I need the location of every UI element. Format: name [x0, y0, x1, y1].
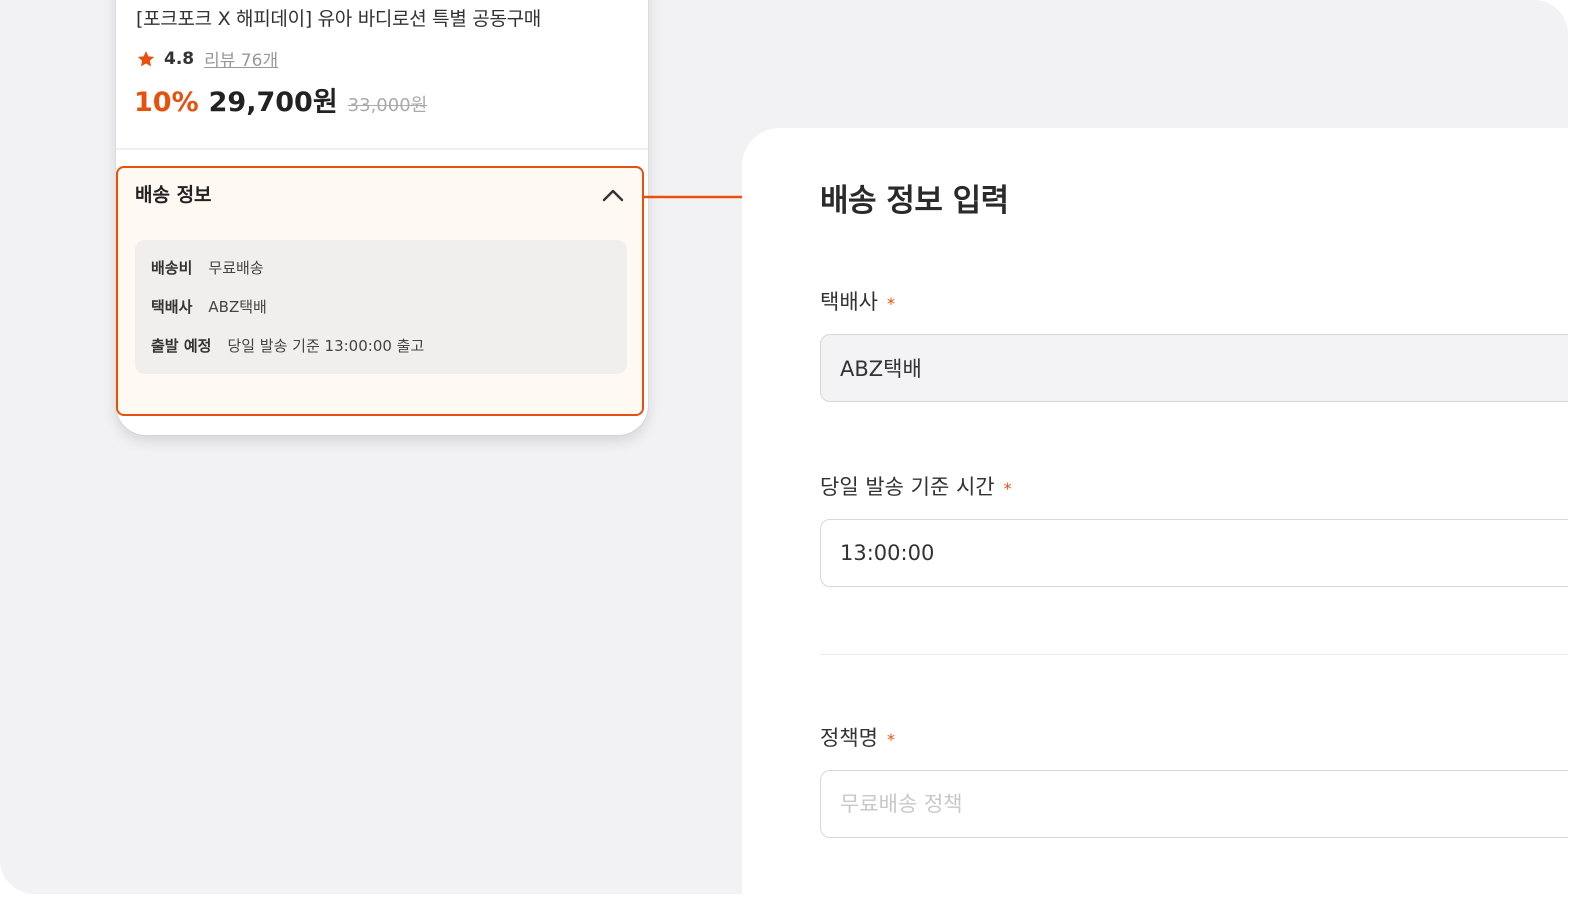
courier-field[interactable]: ABZ택배: [820, 334, 1568, 402]
star-icon: [136, 49, 156, 69]
info-value: 당일 발송 기준 13:00:00 출고: [227, 337, 425, 355]
policy-name-input[interactable]: [820, 770, 1568, 838]
info-value: ABZ택배: [208, 298, 267, 316]
shipping-info-box: 배송비 무료배송 택배사 ABZ택배 출발 예정 당일 발송 기준 13:00:…: [135, 240, 627, 374]
review-count-link[interactable]: 리뷰 76개: [204, 46, 278, 71]
shipping-form-panel: 배송 정보 입력 택배사 * ABZ택배 당일 발송 기준 시간 * 13:00…: [742, 128, 1568, 894]
cutoff-time-field[interactable]: 13:00:00: [820, 519, 1568, 587]
cutoff-time-label: 당일 발송 기준 시간 *: [820, 471, 1012, 501]
rating-value: 4.8: [164, 48, 195, 69]
shipping-info-accordion[interactable]: 배송 정보 배송비 무료배송 택배사 ABZ택배 출발 예정 당일 발송 기준 …: [116, 166, 644, 416]
original-price: 33,000원: [347, 95, 428, 116]
info-row-courier: 택배사 ABZ택배: [151, 296, 267, 317]
courier-label: 택배사 *: [820, 286, 895, 316]
info-label: 택배사: [151, 298, 193, 316]
discount-rate: 10%: [134, 87, 199, 118]
info-row-shipping-fee: 배송비 무료배송: [151, 257, 264, 278]
section-divider: [820, 654, 1568, 655]
policy-name-label: 정책명 *: [820, 722, 895, 752]
divider: [116, 148, 648, 150]
info-value: 무료배송: [208, 259, 264, 277]
label-text: 당일 발송 기준 시간: [820, 475, 995, 499]
rating-row: 4.8 리뷰 76개: [136, 46, 278, 71]
canvas: [포크포크 X 해피데이] 유아 바디로션 특별 공동구매 4.8 리뷰 76개…: [0, 0, 1568, 894]
price-row: 10% 29,700원 33,000원: [134, 80, 427, 119]
info-label: 배송비: [151, 259, 193, 277]
label-text: 택배사: [820, 290, 878, 314]
required-mark: *: [886, 729, 895, 749]
info-label: 출발 예정: [151, 337, 212, 355]
required-mark: *: [886, 293, 895, 313]
label-text: 정책명: [820, 726, 878, 750]
info-row-departure: 출발 예정 당일 발송 기준 13:00:00 출고: [151, 335, 424, 356]
required-mark: *: [1003, 478, 1012, 498]
accordion-title: 배송 정보: [135, 184, 212, 206]
chevron-up-icon[interactable]: [600, 184, 626, 206]
form-title: 배송 정보 입력: [820, 183, 1009, 219]
product-title: [포크포크 X 해피데이] 유아 바디로션 특별 공동구매: [136, 8, 541, 30]
sale-price: 29,700원: [208, 87, 338, 118]
mobile-product-preview: [포크포크 X 해피데이] 유아 바디로션 특별 공동구매 4.8 리뷰 76개…: [116, 0, 648, 435]
